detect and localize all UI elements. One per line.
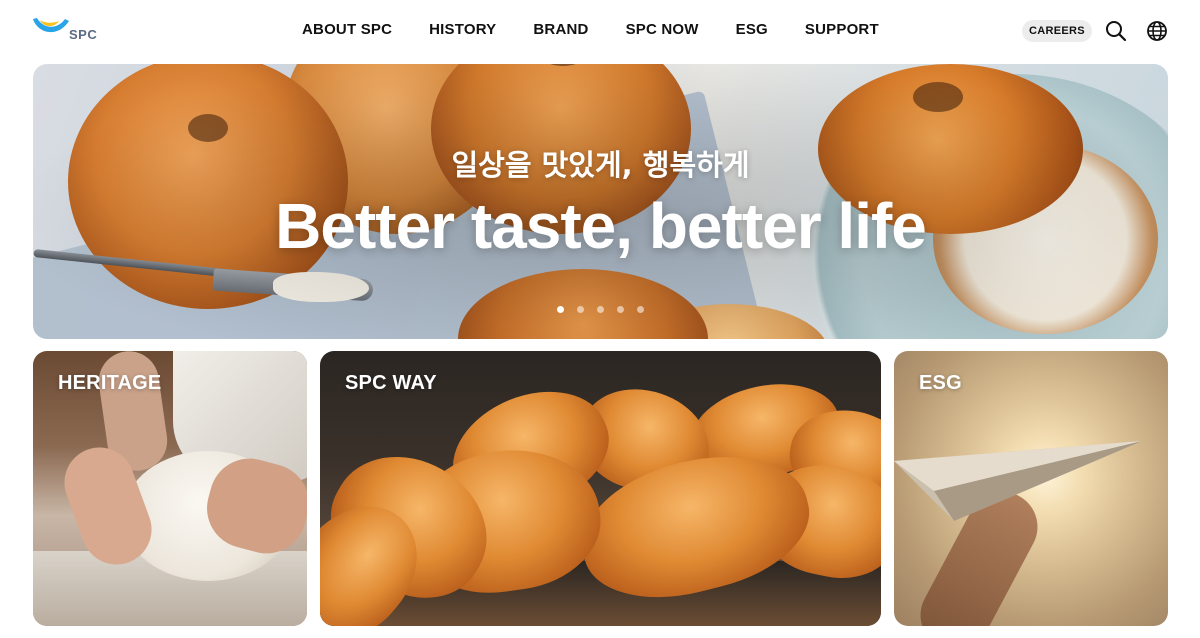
language-button[interactable]	[1146, 20, 1168, 42]
carousel-pagination	[557, 306, 644, 313]
nav-item-history[interactable]: HISTORY	[429, 21, 496, 38]
logo-text: SPC	[69, 27, 98, 42]
esg-card-label: ESG	[919, 372, 962, 394]
search-button[interactable]	[1105, 20, 1127, 42]
globe-icon	[1147, 21, 1167, 41]
nav-item-spc-now[interactable]: SPC NOW	[626, 21, 699, 38]
nav-item-about-spc[interactable]: ABOUT SPC	[302, 21, 392, 38]
nav-item-support[interactable]: SUPPORT	[805, 21, 879, 38]
spc-logo[interactable]: SPC	[32, 16, 102, 44]
heritage-card[interactable]: HERITAGE	[33, 351, 307, 626]
nav-item-brand[interactable]: BRAND	[533, 21, 588, 38]
site-header: SPC ABOUT SPC HISTORY BRAND SPC NOW ESG …	[0, 0, 1200, 62]
carousel-dot[interactable]	[597, 306, 604, 313]
search-icon	[1106, 21, 1127, 42]
spc-way-card-label: SPC WAY	[345, 372, 437, 394]
spc-way-card[interactable]: SPC WAY	[320, 351, 881, 626]
hero-subtitle: 일상을 맛있게, 행복하게	[451, 148, 750, 182]
heritage-card-label: HERITAGE	[58, 372, 162, 394]
paper-plane-image	[894, 441, 1142, 521]
logo-mark-icon	[33, 18, 69, 33]
esg-card[interactable]: ESG	[894, 351, 1168, 626]
hero-title: Better taste, better life	[275, 190, 927, 262]
hero-banner[interactable]: 일상을 맛있게, 행복하게 Better taste, better life	[33, 64, 1168, 339]
nav-item-esg[interactable]: ESG	[736, 21, 768, 38]
carousel-dot[interactable]	[577, 306, 584, 313]
carousel-dot[interactable]	[637, 306, 644, 313]
carousel-dot[interactable]	[557, 306, 564, 313]
careers-button[interactable]: CAREERS	[1022, 20, 1092, 42]
main-nav: ABOUT SPC HISTORY BRAND SPC NOW ESG SUPP…	[302, 21, 879, 38]
carousel-dot[interactable]	[617, 306, 624, 313]
